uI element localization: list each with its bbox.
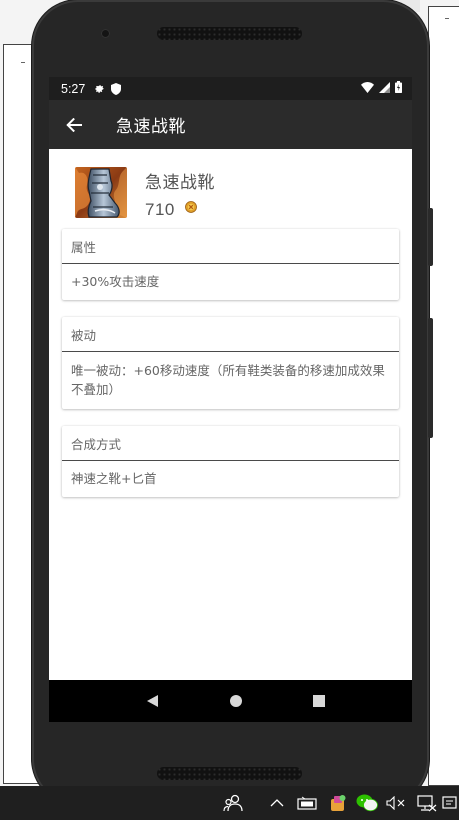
- signal-icon: [379, 81, 390, 96]
- nav-back-button[interactable]: [133, 681, 173, 721]
- item-name: 急速战靴: [145, 173, 215, 193]
- card-title: 被动: [62, 317, 399, 352]
- background-dash: [445, 18, 449, 19]
- people-icon[interactable]: [220, 786, 246, 820]
- back-triangle-icon: [146, 695, 158, 707]
- status-time: 5:27: [61, 81, 86, 96]
- recipe-card: 合成方式 神速之靴+匕首: [62, 426, 399, 497]
- item-info: 急速战靴 710: [145, 167, 215, 220]
- item-image: [75, 167, 127, 218]
- card-title: 合成方式: [62, 426, 399, 461]
- windows-taskbar: [0, 786, 459, 820]
- power-button[interactable]: [428, 208, 433, 266]
- notification-icon[interactable]: [441, 786, 459, 820]
- wifi-icon: [361, 81, 374, 96]
- card-body: 唯一被动：+60移动速度（所有鞋类装备的移速加成效果不叠加）: [71, 363, 385, 397]
- chevron-up-icon[interactable]: [268, 786, 286, 820]
- home-circle-icon: [229, 695, 242, 707]
- attributes-card: 属性 +30%攻击速度: [62, 229, 399, 300]
- recents-square-icon: [312, 695, 325, 707]
- nav-home-button[interactable]: [216, 681, 256, 721]
- card-title: 属性: [62, 229, 399, 264]
- item-price-row: 710: [145, 200, 215, 220]
- gear-icon: [94, 83, 105, 94]
- card-body: +30%攻击速度: [71, 274, 160, 289]
- gold-coin-icon: [184, 198, 197, 217]
- arrow-left-icon: [66, 117, 82, 132]
- card-body: 神速之靴+匕首: [71, 471, 157, 486]
- passive-card: 被动 唯一被动：+60移动速度（所有鞋类装备的移速加成效果不叠加）: [62, 317, 399, 409]
- phone-screen: 5:27 急速战靴 急速战靴 710 属性 +30%攻击速度 被动 唯一被动：+…: [49, 77, 412, 722]
- app-icon[interactable]: [327, 786, 349, 820]
- speaker-muted-icon[interactable]: [385, 786, 407, 820]
- shield-icon: [111, 82, 122, 95]
- page-title: 急速战靴: [116, 117, 186, 137]
- item-detail-content: 急速战靴 710 属性 +30%攻击速度 被动 唯一被动：+60移动速度（所有鞋…: [49, 149, 412, 497]
- volume-button[interactable]: [428, 318, 433, 438]
- app-toolbar: 急速战靴: [49, 100, 412, 149]
- wechat-icon[interactable]: [355, 786, 379, 820]
- front-camera: [101, 29, 110, 38]
- bottom-speaker-grille: [157, 767, 302, 780]
- network-icon[interactable]: [414, 786, 438, 820]
- system-navigation-bar: [49, 680, 412, 722]
- background-dash: [21, 62, 25, 63]
- nav-recents-button[interactable]: [299, 681, 339, 721]
- item-price: 710: [145, 200, 175, 219]
- status-bar: 5:27: [49, 77, 412, 100]
- back-button[interactable]: [49, 100, 99, 149]
- item-header: 急速战靴 710: [62, 149, 399, 229]
- battery-icon: [395, 81, 402, 96]
- top-speaker-grille: [157, 27, 302, 40]
- keyboard-icon[interactable]: [295, 786, 319, 820]
